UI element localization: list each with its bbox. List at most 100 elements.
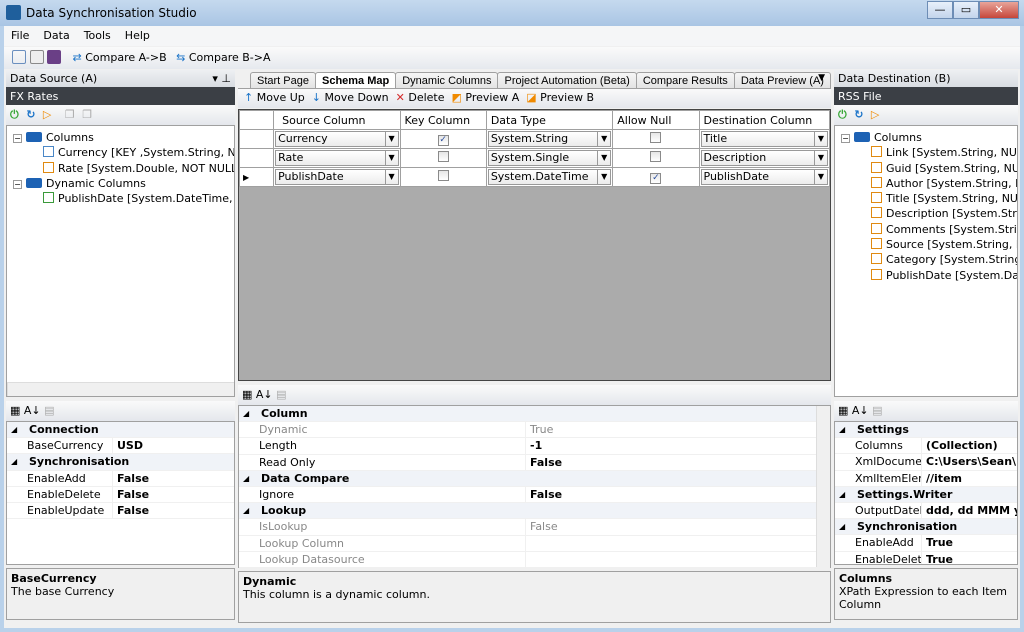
property-row[interactable]: Lookup Column xyxy=(239,535,830,552)
move-down-button[interactable]: ↓ Move Down xyxy=(312,91,389,104)
maximize-button[interactable]: ▭ xyxy=(953,1,979,19)
data-type-dropdown[interactable]: System.String ▼ xyxy=(487,131,612,147)
tab-dynamic-columns[interactable]: Dynamic Columns xyxy=(395,72,499,88)
chevron-down-icon[interactable]: ▼ xyxy=(814,151,827,165)
chevron-down-icon[interactable]: ▼ xyxy=(384,170,398,184)
property-pages-icon[interactable]: ▤ xyxy=(276,388,286,401)
destination-column-dropdown[interactable]: PublishDate ▼ xyxy=(700,169,828,185)
tree-node-dynamic-columns[interactable]: − Dynamic Columns xyxy=(13,176,228,191)
property-value[interactable] xyxy=(525,551,830,567)
tab-schema-map[interactable]: Schema Map xyxy=(314,72,397,88)
tree-node-columns[interactable]: − Columns xyxy=(13,130,228,145)
property-row[interactable]: OutputDateFormatddd, dd MMM yyyy xyxy=(835,502,1017,520)
connect-icon[interactable]: ⏻ xyxy=(838,108,847,121)
horizontal-scrollbar[interactable] xyxy=(7,382,234,396)
expand-triangle-icon[interactable]: ◢ xyxy=(243,406,255,421)
tab-start-page[interactable]: Start Page xyxy=(250,72,316,88)
source-column-dropdown[interactable]: PublishDate ▼ xyxy=(275,169,399,185)
source-column-dropdown[interactable]: Rate ▼ xyxy=(275,150,399,166)
tree-node[interactable]: Author [System.String, NULL] xyxy=(841,176,1017,191)
property-value[interactable]: True xyxy=(525,422,830,438)
compare-a-b-button[interactable]: ⇄ Compare A->B xyxy=(73,51,167,64)
property-value[interactable]: True xyxy=(921,535,1017,551)
tree-node[interactable]: Description [System.String, NULL] xyxy=(841,206,1017,221)
categorized-icon[interactable]: ▦ xyxy=(838,404,848,417)
allow-null-checkbox[interactable] xyxy=(650,132,662,143)
key-column-checkbox[interactable] xyxy=(437,151,449,162)
table-row[interactable]: Rate ▼ System.Single ▼ Description ▼ xyxy=(238,148,831,168)
sort-alpha-icon[interactable]: A↓ xyxy=(256,388,273,401)
sort-alpha-icon[interactable]: A↓ xyxy=(852,404,869,417)
chevron-down-icon[interactable]: ▼ xyxy=(597,151,610,165)
run-icon[interactable]: ▷ xyxy=(871,108,879,121)
property-value[interactable]: //item xyxy=(921,470,1017,486)
destination-column-dropdown[interactable]: Description ▼ xyxy=(700,150,828,166)
data-type-dropdown[interactable]: System.DateTime ▼ xyxy=(487,169,612,185)
property-value[interactable]: USD xyxy=(112,438,234,454)
menu-tools[interactable]: Tools xyxy=(77,26,118,45)
property-row[interactable]: Lookup Datasource xyxy=(239,551,830,568)
property-category[interactable]: ◢ Settings xyxy=(835,422,1017,439)
column-header[interactable]: Source Column xyxy=(273,110,401,130)
tree-node[interactable]: Category [System.String, NULL] xyxy=(841,252,1017,267)
vertical-scrollbar[interactable] xyxy=(816,406,830,567)
property-row[interactable]: EnableAdd False xyxy=(7,470,234,487)
tree-node[interactable]: Comments [System.String, NULL] xyxy=(841,222,1017,237)
save-icon[interactable] xyxy=(47,50,61,64)
data-type-dropdown[interactable]: System.Single ▼ xyxy=(487,150,612,166)
column-header[interactable]: Key Column xyxy=(399,110,487,130)
table-row[interactable]: Currency ▼ ✓ System.String ▼ Title ▼ xyxy=(238,129,831,149)
property-row[interactable]: Columns (Collection) xyxy=(835,438,1017,455)
property-row[interactable]: EnableDelete False xyxy=(7,486,234,503)
property-row[interactable]: EnableAdd True xyxy=(835,535,1017,552)
copy-icon[interactable]: ❐ xyxy=(65,108,75,121)
source-column-dropdown[interactable]: Currency ▼ xyxy=(275,131,399,147)
column-header[interactable]: Destination Column xyxy=(698,110,831,130)
property-value[interactable]: False xyxy=(525,486,830,503)
property-value[interactable]: True xyxy=(921,551,1017,564)
open-project-icon[interactable] xyxy=(29,50,44,64)
property-pages-icon[interactable]: ▤ xyxy=(44,404,54,417)
chevron-down-icon[interactable]: ▼ xyxy=(814,132,827,146)
expand-triangle-icon[interactable]: ◢ xyxy=(11,422,23,437)
expand-triangle-icon[interactable]: ◢ xyxy=(243,503,255,518)
property-value[interactable]: C:\Users\Sean\Desktop xyxy=(921,454,1017,470)
menu-data[interactable]: Data xyxy=(36,26,76,45)
refresh-icon[interactable]: ↻ xyxy=(854,108,863,121)
compare-b-a-button[interactable]: ⇆ Compare B->A xyxy=(176,51,270,64)
property-category[interactable]: ◢ Connection xyxy=(7,422,234,439)
property-row[interactable]: Dynamic True xyxy=(239,422,830,439)
property-value[interactable]: (Collection) xyxy=(921,438,1017,454)
chevron-down-icon[interactable]: ▼ xyxy=(384,132,398,146)
categorized-icon[interactable]: ▦ xyxy=(242,388,252,401)
refresh-icon[interactable]: ↻ xyxy=(26,108,35,121)
pin-icon[interactable]: ▾ ⊥ xyxy=(212,72,231,85)
property-value[interactable]: False xyxy=(112,502,234,519)
tree-node[interactable]: Guid [System.String, NULL] xyxy=(841,161,1017,176)
property-row[interactable]: Ignore False xyxy=(239,486,830,504)
tree-node[interactable]: Source [System.String, NULL] xyxy=(841,237,1017,252)
tab-data-preview-a[interactable]: Data Preview (A) xyxy=(733,72,831,88)
allow-null-checkbox[interactable]: ✓ xyxy=(650,173,662,184)
property-row[interactable]: EnableUpdate False xyxy=(7,502,234,520)
property-row[interactable]: Read Only False xyxy=(239,454,830,471)
expand-triangle-icon[interactable]: ◢ xyxy=(839,519,851,534)
property-row[interactable]: XmlItemElement//item xyxy=(835,470,1017,487)
expand-triangle-icon[interactable]: ◢ xyxy=(11,454,23,469)
property-value[interactable]: False xyxy=(525,519,830,535)
key-column-checkbox[interactable] xyxy=(437,170,449,181)
run-icon[interactable]: ▷ xyxy=(43,108,51,121)
menu-file[interactable]: File xyxy=(4,26,36,45)
categorized-icon[interactable]: ▦ xyxy=(10,404,20,417)
sort-alpha-icon[interactable]: A↓ xyxy=(24,404,41,417)
delete-button[interactable]: ✕ Delete xyxy=(396,91,445,104)
tree-node-columns[interactable]: − Columns xyxy=(841,130,1011,145)
property-category[interactable]: ◢ Lookup xyxy=(239,503,830,520)
key-column-checkbox[interactable]: ✓ xyxy=(437,135,449,146)
property-value[interactable]: False xyxy=(525,454,830,470)
chevron-down-icon[interactable]: ▼ xyxy=(597,170,610,184)
tab-project-automation[interactable]: Project Automation (Beta) xyxy=(497,72,637,88)
property-value[interactable]: -1 xyxy=(525,438,830,454)
property-pages-icon[interactable]: ▤ xyxy=(872,404,882,417)
property-row[interactable]: IsLookup False xyxy=(239,519,830,536)
